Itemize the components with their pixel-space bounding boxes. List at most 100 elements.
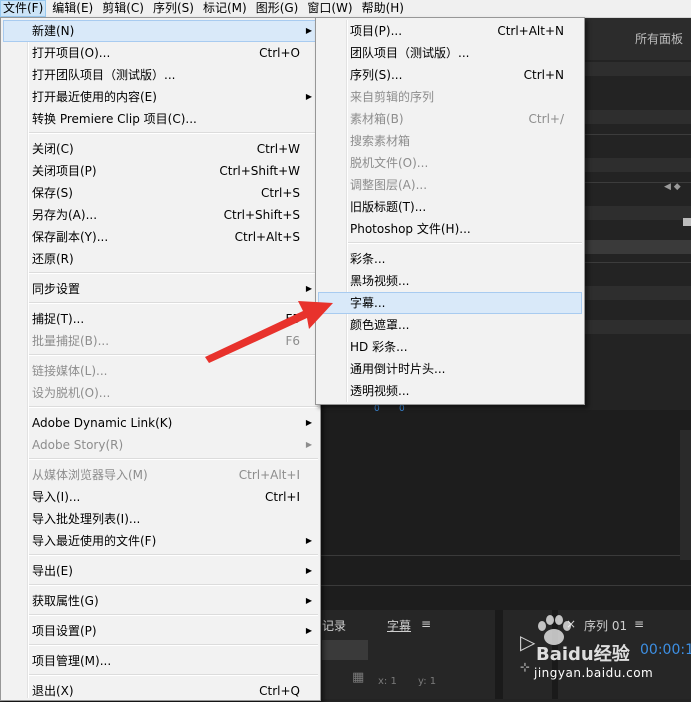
menubar-item-5[interactable]: 图形(G) [253, 0, 302, 17]
menu-item-label: 团队项目（测试版）... [350, 46, 470, 60]
new-submenu-item[interactable]: 颜色遮罩... [318, 314, 582, 336]
menu-item-label: 旧版标题(T)... [350, 200, 427, 214]
new-submenu-item[interactable]: HD 彩条... [318, 336, 582, 358]
file-menu-item[interactable]: 设为脱机(O)... [3, 382, 318, 404]
menubar-item-0[interactable]: 文件(F) [0, 0, 47, 17]
new-submenu-item[interactable]: 搜索素材箱 [318, 130, 582, 152]
file-menu-item[interactable]: 从媒体浏览器导入(M) Ctrl+Alt+I [3, 464, 318, 486]
file-menu-item[interactable]: 保存副本(Y)... Ctrl+Alt+S [3, 226, 318, 248]
menu-item-label: 链接媒体(L)... [32, 364, 108, 378]
new-submenu-item[interactable]: 项目(P)... Ctrl+Alt+N [318, 20, 582, 42]
file-menu-item[interactable]: 另存为(A)... Ctrl+Shift+S [3, 204, 318, 226]
new-submenu-item[interactable]: 字幕... [318, 292, 582, 314]
small-value: 0 [374, 404, 380, 414]
divider [320, 585, 691, 586]
file-menu-item[interactable]: 打开项目(O)... Ctrl+O [3, 42, 318, 64]
file-menu-item[interactable]: 新建(N) ▶ [3, 20, 318, 42]
new-submenu-item[interactable]: 旧版标题(T)... [318, 196, 582, 218]
menubar-item-6[interactable]: 窗口(W) [304, 0, 355, 17]
menu-item-label: 捕捉(T)... [32, 312, 85, 326]
new-submenu: 项目(P)... Ctrl+Alt+N 团队项目（测试版）... 序列(S)... Ct… [315, 17, 585, 405]
submenu-arrow-icon: ▶ [305, 626, 312, 635]
menu-item-shortcut: Ctrl+S [260, 186, 300, 200]
scroll-handle[interactable] [683, 218, 691, 226]
menubar-item-1[interactable]: 编辑(E) [49, 0, 96, 17]
new-submenu-item[interactable]: 调整图层(A)... [318, 174, 582, 196]
tab-history[interactable]: 记录 [322, 617, 346, 634]
menu-item-label: 通用倒计时片头... [350, 362, 446, 376]
panel-row [585, 110, 691, 124]
tab-menu-icon[interactable]: ≡ [421, 617, 431, 631]
new-submenu-item[interactable]: 彩条... [318, 248, 582, 270]
tab-sequence-01[interactable]: 序列 01 [584, 617, 627, 634]
menubar-item-4[interactable]: 标记(M) [200, 0, 250, 17]
file-menu-item[interactable]: 导入批处理列表(I)... [3, 508, 318, 530]
new-submenu-item[interactable]: 通用倒计时片头... [318, 358, 582, 380]
coord-x: x: 1 [378, 676, 397, 687]
new-submenu-item[interactable]: 序列(S)... Ctrl+N [318, 64, 582, 86]
menu-item-label: 设为脱机(O)... [32, 386, 111, 400]
file-menu-item[interactable]: 项目设置(P) ▶ [3, 620, 318, 642]
small-value: 0 [399, 404, 405, 414]
menu-item-label: 序列(S)... [350, 68, 403, 82]
file-menu-item[interactable]: 同步设置 ▶ [3, 278, 318, 300]
file-menu-item[interactable]: 打开最近使用的内容(E) ▶ [3, 86, 318, 108]
menu-item-label: 关闭(C) [32, 142, 74, 156]
menu-item-shortcut: F6 [285, 334, 300, 348]
new-submenu-item[interactable]: 脱机文件(O)... [318, 152, 582, 174]
menu-item-label: 保存(S) [32, 186, 73, 200]
menu-item-shortcut: Ctrl+W [256, 142, 300, 156]
menubar-item-7[interactable]: 帮助(H) [359, 0, 407, 17]
menubar-item-3[interactable]: 序列(S) [150, 0, 197, 17]
file-menu-item[interactable]: 导出(E) ▶ [3, 560, 318, 582]
file-menu-item[interactable]: 关闭(C) Ctrl+W [3, 138, 318, 160]
file-menu-item[interactable]: 批量捕捉(B)... F6 [3, 330, 318, 352]
new-submenu-item[interactable]: 团队项目（测试版）... [318, 42, 582, 64]
menu-item-label: 彩条... [350, 252, 386, 266]
file-menu-item[interactable]: 捕捉(T)... F5 [3, 308, 318, 330]
menu-item-label: 从媒体浏览器导入(M) [32, 468, 148, 482]
file-menu-item[interactable]: 导入最近使用的文件(F) ▶ [3, 530, 318, 552]
menu-separator [29, 458, 318, 460]
menu-item-label: 导入(I)... [32, 490, 81, 504]
new-submenu-item[interactable]: 素材箱(B) Ctrl+/ [318, 108, 582, 130]
timeline-scrollbar[interactable] [680, 430, 691, 560]
menubar-item-2[interactable]: 剪辑(C) [99, 0, 147, 17]
menu-item-label: Photoshop 文件(H)... [350, 222, 471, 236]
menu-item-label: 批量捕捉(B)... [32, 334, 110, 348]
menu-item-label: 颜色遮罩... [350, 318, 410, 332]
file-menu-item[interactable]: 打开团队项目（测试版）... [3, 64, 318, 86]
menu-separator [29, 614, 318, 616]
menu-item-shortcut: Ctrl+Shift+S [223, 208, 300, 222]
file-menu-item[interactable]: 转换 Premiere Clip 项目(C)... [3, 108, 318, 130]
new-submenu-item[interactable]: Photoshop 文件(H)... [318, 218, 582, 240]
all-panels-label[interactable]: 所有面板 [635, 30, 683, 47]
panel-row [585, 240, 691, 254]
file-menu-item[interactable]: Adobe Story(R) ▶ [3, 434, 318, 456]
file-menu-item[interactable]: 获取属性(G) ▶ [3, 590, 318, 612]
new-submenu-item[interactable]: 透明视频... [318, 380, 582, 402]
marker-icon[interactable]: ⊹ [520, 660, 530, 674]
divider [320, 555, 691, 556]
file-menu-item[interactable]: 关闭项目(P) Ctrl+Shift+W [3, 160, 318, 182]
new-submenu-item[interactable]: 黑场视频... [318, 270, 582, 292]
menu-item-label: 转换 Premiere Clip 项目(C)... [32, 112, 197, 126]
watermark-brand: Baidu经验 [536, 644, 630, 665]
file-menu-item[interactable]: 保存(S) Ctrl+S [3, 182, 318, 204]
file-menu-item[interactable]: 链接媒体(L)... [3, 360, 318, 382]
playhead-marker-icon[interactable]: ◀ ◆ [664, 182, 681, 192]
sequence-tab-menu-icon[interactable]: ≡ [634, 617, 644, 631]
file-menu-item[interactable]: 项目管理(M)... [3, 650, 318, 672]
divider [585, 262, 691, 263]
grid-icon[interactable]: ▦ [352, 670, 364, 685]
tab-captions[interactable]: 字幕 [387, 617, 411, 634]
menu-item-label: HD 彩条... [350, 340, 408, 354]
new-submenu-item[interactable]: 来自剪辑的序列 [318, 86, 582, 108]
menu-item-label: 获取属性(G) [32, 594, 99, 608]
menu-item-label: 脱机文件(O)... [350, 156, 429, 170]
file-menu-item[interactable]: Adobe Dynamic Link(K) ▶ [3, 412, 318, 434]
panel-row [585, 286, 691, 300]
file-menu-item[interactable]: 导入(I)... Ctrl+I [3, 486, 318, 508]
dropdown[interactable] [322, 640, 368, 660]
file-menu-item[interactable]: 还原(R) [3, 248, 318, 270]
